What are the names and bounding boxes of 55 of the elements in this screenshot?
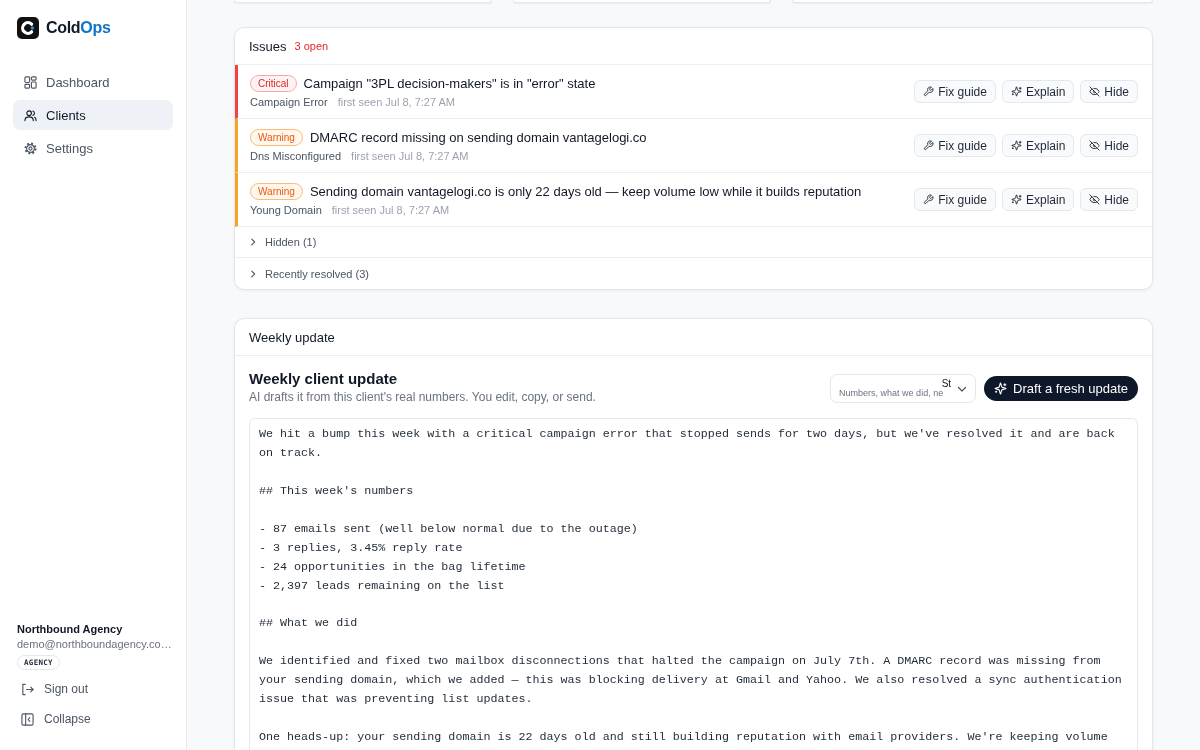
- issue-type: Dns Misconfigured: [250, 150, 342, 162]
- eye-off-icon: [1089, 140, 1101, 151]
- grid-icon: [24, 75, 37, 89]
- sign-out-button[interactable]: Sign out: [13, 674, 97, 704]
- severity-badge: Critical: [250, 75, 297, 92]
- issue-title: Campaign "3PL decision-makers" is in "error" state: [303, 76, 596, 91]
- update-text-field[interactable]: We hit a bump this week with a critical campaign error that stopped sends for two days, but we've resolved it and are back on track. ## This week's numbers - 87 emails sent (well below normal due to the outage) - 3 replies, 3.45% reply rate - 24 opportunities in the bag lifetime - 2,397 leads remaining on the list ## What we did We identified and fixed two mailbox disconnections that halted the campaign on July 7th. A DMARC record was missing from your sending domain, which we added — this was blocking delivery at Gmail and Yahoo. We also resolved a sync authentication issue that was preventing list updates. One heads-up: your sending domain is 22 days old and still building reputation with email providers. We're keeping volume: [249, 418, 1138, 750]
- first-seen-time: first seen Jul 8, 7:27 AM: [331, 204, 450, 216]
- collapse-button[interactable]: Collapse: [13, 704, 99, 734]
- severity-badge: Warning: [250, 129, 303, 146]
- first-seen-time: first seen Jul 8, 7:27 AM: [337, 96, 456, 108]
- nav-item[interactable]: Settings: [13, 133, 173, 163]
- sign-out-icon: [21, 682, 34, 696]
- account-email: demo@northboundagency.co…: [17, 638, 173, 650]
- explain-button[interactable]: Explain: [1001, 188, 1075, 211]
- first-seen-time: first seen Jul 8, 7:27 AM: [351, 150, 469, 162]
- explain-button[interactable]: Explain: [1001, 134, 1075, 157]
- account-name: Northbound Agency: [17, 623, 124, 635]
- fix-guide-button[interactable]: Fix guide: [914, 80, 996, 103]
- card-title: Weekly update: [249, 329, 335, 345]
- fix-guide-button[interactable]: Fix guide: [914, 134, 996, 157]
- hide-button[interactable]: Hide: [1080, 80, 1138, 103]
- hide-button[interactable]: Hide: [1080, 188, 1138, 211]
- wrench-icon: [923, 140, 935, 151]
- sparkles-icon: [1010, 194, 1022, 205]
- eye-off-icon: [1089, 86, 1101, 97]
- fix-guide-button[interactable]: Fix guide: [914, 188, 996, 211]
- severity-badge: Warning: [250, 183, 303, 200]
- collapsible-section[interactable]: Recently resolved (3): [235, 258, 1152, 289]
- draft-update-button[interactable]: Draft a fresh update: [984, 376, 1138, 401]
- issue-type: Young Domain: [250, 204, 322, 216]
- issue-title: DMARC record missing on sending domain vantagelogi.co: [309, 130, 647, 145]
- style-dropdown[interactable]: St Numbers, what we did, ne: [830, 374, 977, 403]
- wrench-icon: [923, 194, 935, 205]
- sparkles-icon: [1010, 86, 1022, 97]
- logo-icon: [17, 17, 39, 39]
- users-icon: [24, 108, 37, 122]
- eye-off-icon: [1089, 194, 1101, 205]
- sparkles-icon: [994, 382, 1008, 395]
- brand-name: ColdOps: [46, 19, 111, 37]
- open-count: 3 open: [294, 40, 329, 52]
- section-heading: Weekly client update: [249, 370, 399, 387]
- issue-type: Campaign Error: [250, 96, 328, 108]
- settings-icon: [24, 141, 37, 155]
- nav-item[interactable]: Dashboard: [13, 67, 173, 97]
- wrench-icon: [923, 86, 935, 97]
- issue-title: Sending domain vantagelogi.co is only 22 days old — keep volume low while it builds reputation: [309, 184, 862, 199]
- card-title: Issues: [249, 38, 287, 54]
- explain-button[interactable]: Explain: [1001, 80, 1075, 103]
- nav-item[interactable]: Clients: [13, 100, 173, 130]
- collapsible-section[interactable]: Hidden (1): [235, 227, 1152, 258]
- sparkles-icon: [1010, 140, 1022, 151]
- collapse-panel-icon: [21, 712, 34, 726]
- section-description: AI drafts it from this client's real numbers. You edit, copy, or send.: [249, 390, 596, 404]
- hide-button[interactable]: Hide: [1080, 134, 1138, 157]
